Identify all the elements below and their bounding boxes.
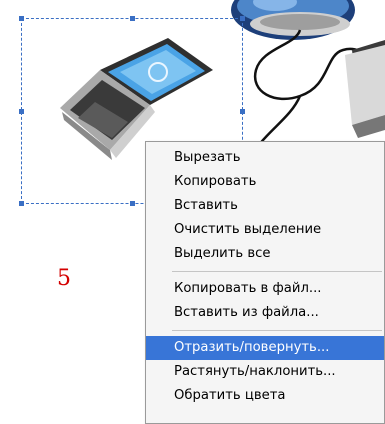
menu-item-copy-to-file[interactable]: Копировать в файл... — [146, 277, 384, 301]
selection-handle-middle-left[interactable] — [19, 109, 24, 114]
menu-item-paste-from-file[interactable]: Вставить из файла... — [146, 301, 384, 325]
menu-item-cut[interactable]: Вырезать — [146, 146, 384, 170]
menu-item-clear-selection[interactable]: Очистить выделение — [146, 218, 384, 242]
menu-separator — [172, 330, 382, 331]
laptop-right-image — [345, 40, 385, 138]
menu-item-copy[interactable]: Копировать — [146, 170, 384, 194]
menu-item-flip-rotate[interactable]: Отразить/повернуть... — [146, 336, 384, 360]
selection-handle-top-middle[interactable] — [130, 16, 135, 21]
selection-handle-top-right[interactable] — [240, 16, 245, 21]
selection-handle-bottom-middle[interactable] — [130, 201, 135, 206]
step-number-annotation: 5 — [57, 266, 71, 291]
menu-separator — [172, 271, 382, 272]
context-menu: Вырезать Копировать Вставить Очистить вы… — [145, 141, 385, 424]
menu-item-stretch-skew[interactable]: Растянуть/наклонить... — [146, 360, 384, 384]
menu-item-paste[interactable]: Вставить — [146, 194, 384, 218]
menu-item-select-all[interactable]: Выделить все — [146, 242, 384, 266]
globe-image — [231, 0, 355, 40]
menu-item-invert-colors[interactable]: Обратить цвета — [146, 384, 384, 408]
selection-handle-bottom-left[interactable] — [19, 201, 24, 206]
selection-handle-middle-right[interactable] — [240, 109, 245, 114]
selection-handle-top-left[interactable] — [19, 16, 24, 21]
